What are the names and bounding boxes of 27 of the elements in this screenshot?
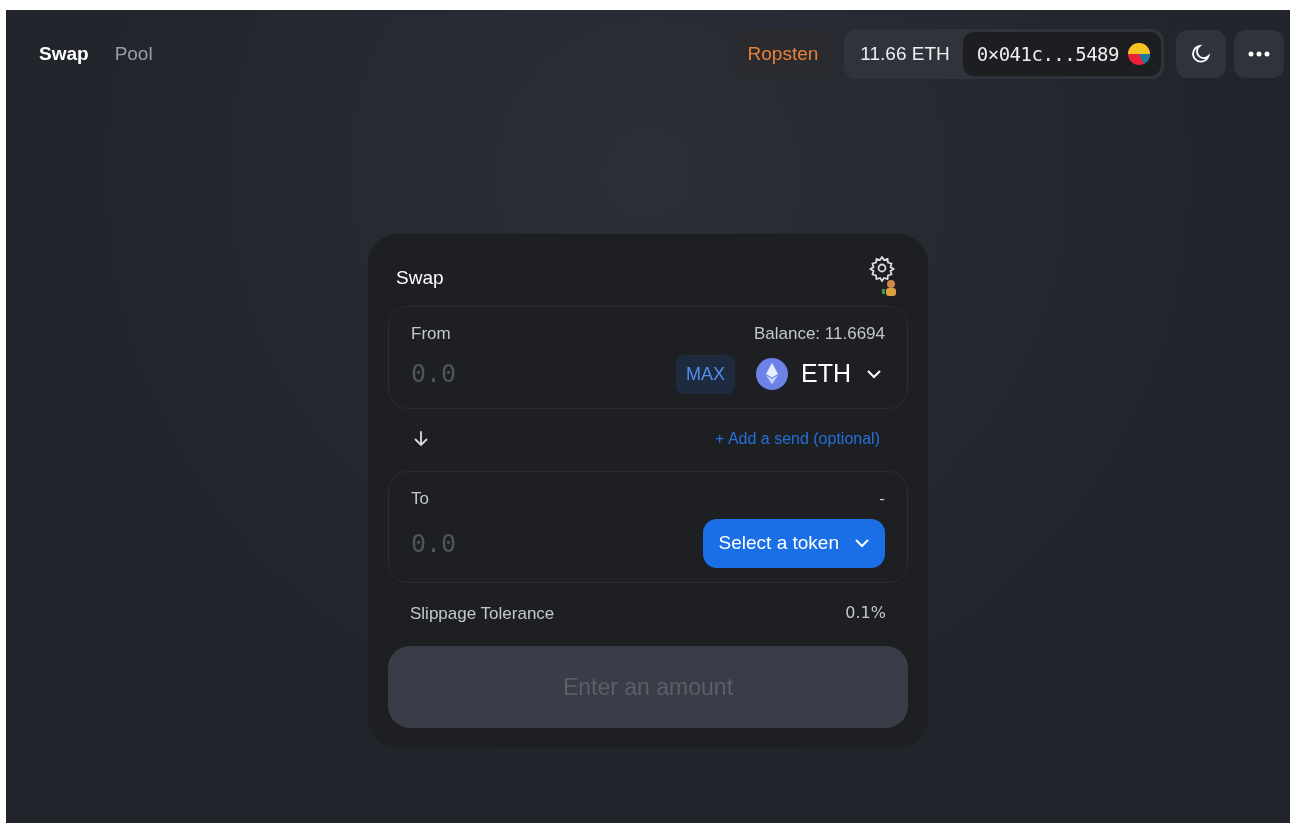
avatar-icon [1127, 42, 1151, 66]
chevron-down-icon [855, 538, 869, 548]
network-button[interactable]: Ropsten [733, 28, 833, 80]
balance-label: - [879, 487, 885, 510]
more-icon [1248, 51, 1270, 57]
token-select-button[interactable]: ETH [751, 355, 885, 393]
nav-tab[interactable]: Pool [101, 33, 166, 75]
balance-label: Balance: 11.6694 [753, 323, 885, 345]
arrow-down-icon[interactable] [414, 430, 428, 447]
slippage-value: 0.1% [845, 601, 886, 624]
from-label: From [411, 323, 451, 345]
nav-tab[interactable]: Swap [26, 33, 102, 75]
theme-toggle-button[interactable] [1176, 30, 1226, 78]
balance-text: 11.66 ETH [859, 41, 951, 66]
slippage-label: Slippage Tolerance [410, 602, 555, 625]
address-button[interactable]: 0×041c...5489 [961, 30, 1162, 78]
chevron-down-icon [867, 369, 881, 379]
to-label: To [411, 487, 429, 510]
card-title: Swap [396, 266, 444, 290]
max-button[interactable]: MAX [676, 354, 735, 394]
amount-input[interactable]: 0.0 [411, 355, 571, 393]
ether-icon [755, 357, 789, 391]
amount-input[interactable]: 0.0 [411, 524, 571, 562]
more-button[interactable] [1234, 30, 1284, 78]
moon-icon [1190, 43, 1212, 65]
select-token-button[interactable]: Select a token [702, 519, 885, 568]
add-send-link[interactable]: + Add a send (optional) [715, 426, 880, 451]
